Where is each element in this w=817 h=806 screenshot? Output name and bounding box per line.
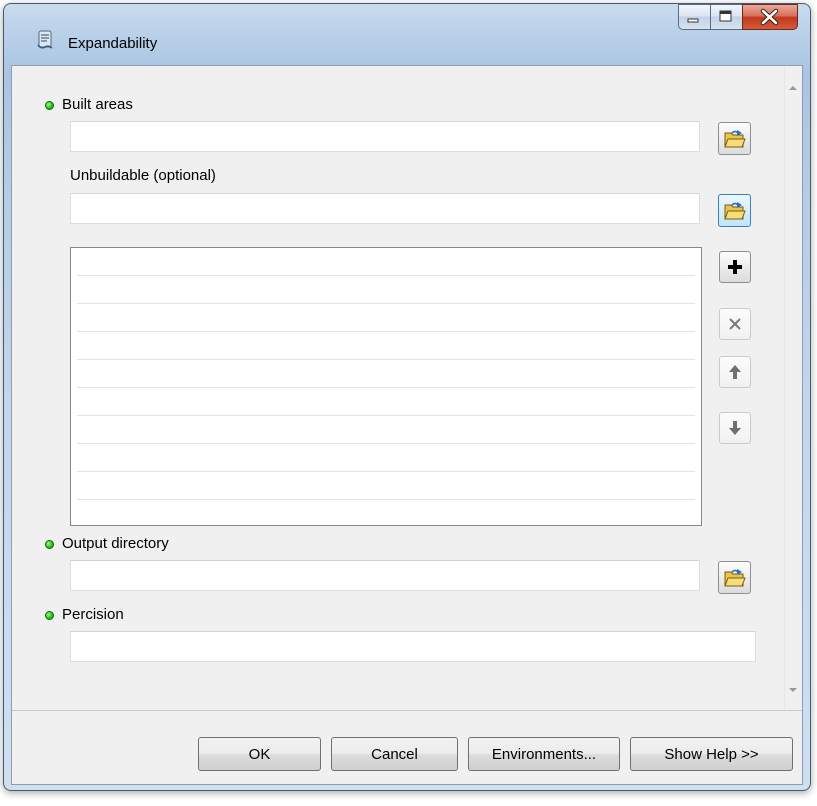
window-title: Expandability xyxy=(68,35,158,52)
required-indicator xyxy=(45,540,54,549)
ok-button[interactable]: OK xyxy=(198,737,321,771)
scroll-up-icon[interactable] xyxy=(789,86,797,90)
cancel-button[interactable]: Cancel xyxy=(331,737,458,771)
folder-open-icon xyxy=(723,201,746,219)
list-row[interactable] xyxy=(77,472,695,500)
remove-row-button[interactable] xyxy=(719,308,751,340)
environments-button[interactable]: Environments... xyxy=(468,737,620,771)
unbuildable-browse-button[interactable] xyxy=(718,194,751,227)
move-down-icon xyxy=(729,421,741,435)
script-tool-icon xyxy=(37,30,53,49)
list-row[interactable] xyxy=(77,360,695,388)
move-up-icon xyxy=(729,365,741,379)
required-indicator xyxy=(45,611,54,620)
list-row[interactable] xyxy=(77,416,695,444)
title-bar[interactable]: Expandability xyxy=(4,4,810,64)
percision-label: Percision xyxy=(62,606,124,623)
list-row[interactable] xyxy=(77,388,695,416)
maximize-button[interactable] xyxy=(710,4,742,30)
required-indicator xyxy=(45,101,54,110)
remove-icon xyxy=(729,318,741,330)
list-row[interactable] xyxy=(77,304,695,332)
close-button[interactable] xyxy=(742,4,798,30)
unbuildable-input[interactable] xyxy=(70,193,700,224)
percision-input[interactable] xyxy=(70,631,756,662)
folder-open-icon xyxy=(723,568,746,586)
show-help-button[interactable]: Show Help >> xyxy=(630,737,793,771)
dialog-window: Expandability Built areas Unbuildable (o… xyxy=(3,3,811,791)
caption-buttons xyxy=(678,4,798,30)
list-row[interactable] xyxy=(77,276,695,304)
minimize-button[interactable] xyxy=(678,4,710,30)
close-icon xyxy=(760,8,779,26)
output-directory-input[interactable] xyxy=(70,560,700,591)
unbuildable-list[interactable] xyxy=(70,247,702,526)
move-up-button[interactable] xyxy=(719,356,751,388)
list-row[interactable] xyxy=(77,444,695,472)
output-directory-browse-button[interactable] xyxy=(718,561,751,594)
dialog-client: Built areas Unbuildable (optional) Outpu… xyxy=(11,65,803,785)
built-areas-label: Built areas xyxy=(62,96,133,113)
add-icon xyxy=(728,260,742,274)
unbuildable-label: Unbuildable (optional) xyxy=(70,167,216,184)
output-directory-label: Output directory xyxy=(62,535,169,552)
list-row[interactable] xyxy=(77,248,695,276)
built-areas-input[interactable] xyxy=(70,121,700,152)
list-row[interactable] xyxy=(77,332,695,360)
maximize-icon xyxy=(719,10,732,22)
vertical-scrollbar[interactable] xyxy=(784,66,802,710)
add-row-button[interactable] xyxy=(719,251,751,283)
built-areas-browse-button[interactable] xyxy=(718,122,751,155)
minimize-icon xyxy=(687,18,699,23)
parameters-panel: Built areas Unbuildable (optional) Outpu… xyxy=(12,66,802,711)
folder-open-icon xyxy=(723,129,746,147)
move-down-button[interactable] xyxy=(719,412,751,444)
scroll-down-icon[interactable] xyxy=(789,688,797,692)
